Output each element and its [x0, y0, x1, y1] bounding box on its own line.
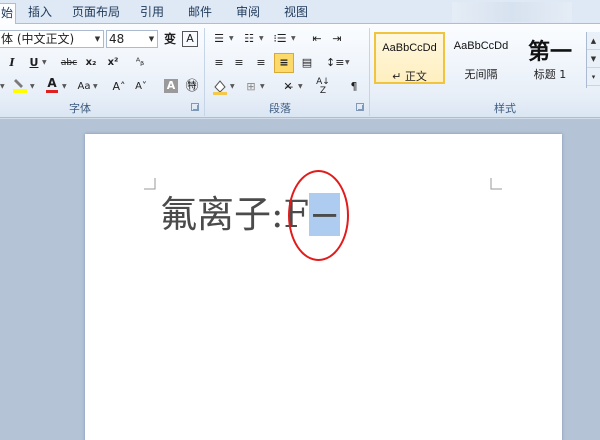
shrink-font-icon[interactable]: A˅: [134, 78, 148, 96]
chevron-down-icon[interactable]: ▼: [229, 30, 234, 48]
subscript-icon[interactable]: x₂: [84, 54, 98, 72]
crop-mark-top-right: [490, 178, 502, 190]
red-annotation-circle: [288, 170, 349, 261]
paragraph-dialog-launcher-icon[interactable]: [356, 103, 364, 111]
style-sample: 第一: [527, 40, 572, 65]
font-name-combo[interactable]: 体 (中文正文) ▼: [0, 30, 104, 48]
chevron-down-icon[interactable]: ▼: [92, 31, 103, 47]
font-group-label: 字体: [69, 102, 91, 115]
tab-review[interactable]: 审阅: [230, 3, 266, 24]
styles-gallery-scroll[interactable]: ▲ ▼ ▾: [586, 32, 600, 88]
align-center-icon[interactable]: ≡: [232, 54, 246, 72]
tab-insert[interactable]: 插入: [22, 3, 58, 24]
style-sample: AaBbCcDd: [453, 40, 509, 52]
more-styles-icon[interactable]: ▾: [587, 68, 600, 86]
align-left-icon[interactable]: ≡: [212, 54, 226, 72]
grow-font-icon[interactable]: A˄: [112, 78, 126, 96]
justify-icon[interactable]: ≡: [274, 53, 294, 73]
bullets-icon[interactable]: ☰: [212, 30, 226, 48]
phonetic-guide-icon[interactable]: 变: [162, 30, 178, 48]
chevron-down-icon[interactable]: ▼: [30, 78, 35, 96]
borders-icon[interactable]: ⊞: [244, 78, 258, 96]
italic-icon[interactable]: I: [6, 54, 18, 72]
chevron-down-icon[interactable]: ▼: [42, 54, 47, 72]
shading-icon[interactable]: [212, 78, 228, 96]
text-highlight-icon[interactable]: [12, 76, 28, 94]
chevron-down-icon[interactable]: ▼: [298, 78, 303, 96]
show-formatting-icon[interactable]: ¶: [348, 78, 360, 96]
group-separator: [369, 28, 370, 116]
tab-home[interactable]: 始: [0, 3, 16, 25]
style-heading-1[interactable]: 第一 标题 1: [516, 32, 584, 84]
paragraph-group-label: 段落: [269, 102, 291, 115]
increase-indent-icon[interactable]: ⇥: [330, 30, 344, 48]
tab-view[interactable]: 视图: [278, 3, 314, 24]
tab-mailings[interactable]: 邮件: [182, 3, 218, 24]
tab-page-layout[interactable]: 页面布局: [66, 3, 126, 24]
tab-references[interactable]: 引用: [134, 3, 170, 24]
numbering-icon[interactable]: ☷: [242, 30, 256, 48]
blurred-region: [452, 2, 572, 22]
superscript-icon[interactable]: x²: [106, 54, 120, 72]
chevron-down-icon[interactable]: ▼: [291, 30, 296, 48]
sort-icon[interactable]: A↓ Z: [316, 78, 330, 96]
chevron-down-icon[interactable]: ▼: [345, 54, 350, 72]
group-separator: [204, 28, 205, 116]
font-name-value: 体 (中文正文): [1, 32, 75, 46]
decrease-indent-icon[interactable]: ⇤: [310, 30, 324, 48]
chevron-down-icon[interactable]: ▼: [259, 30, 264, 48]
chevron-down-icon[interactable]: ▼: [0, 78, 5, 96]
style-normal[interactable]: AaBbCcDd ↵ 正文: [374, 32, 445, 84]
character-shading-icon[interactable]: A: [164, 79, 178, 93]
chevron-down-icon[interactable]: ▼: [146, 31, 157, 47]
scroll-up-icon[interactable]: ▲: [587, 32, 600, 50]
style-name: 标题 1: [533, 68, 567, 81]
font-size-combo[interactable]: 48 ▼: [106, 30, 158, 48]
distributed-icon[interactable]: ▤: [300, 54, 314, 72]
change-case-icon[interactable]: Aa: [76, 78, 92, 96]
multilevel-list-icon[interactable]: ⁝☰: [272, 30, 288, 48]
style-name: 无间隔: [464, 68, 498, 81]
line-spacing-icon[interactable]: ↕≡: [326, 54, 344, 72]
font-dialog-launcher-icon[interactable]: [191, 103, 199, 111]
text-fluoride-ion: 氟离子:F: [160, 193, 310, 236]
character-border-icon[interactable]: A: [182, 31, 198, 47]
style-sample: AaBbCcDd: [382, 42, 437, 54]
ribbon-tab-bar: 始 插入 页面布局 引用 邮件 审阅 视图: [0, 0, 600, 25]
chevron-down-icon[interactable]: ▼: [230, 78, 235, 96]
style-no-spacing[interactable]: AaBbCcDd 无间隔: [446, 32, 516, 84]
clear-formatting-icon[interactable]: ᴬᵦ: [132, 54, 148, 72]
align-right-icon[interactable]: ≡: [254, 54, 268, 72]
scroll-down-icon[interactable]: ▼: [587, 50, 600, 68]
chinese-layout-icon[interactable]: ✕̶: [280, 78, 296, 96]
crop-mark-top-left: [144, 178, 156, 190]
chevron-down-icon[interactable]: ▼: [62, 78, 67, 96]
chevron-down-icon[interactable]: ▼: [260, 78, 265, 96]
chevron-down-icon[interactable]: ▼: [93, 78, 98, 96]
enclose-characters-icon[interactable]: ㊕: [184, 78, 200, 96]
underline-icon[interactable]: U: [28, 54, 40, 72]
styles-group-label: 样式: [494, 102, 516, 115]
strikethrough-icon[interactable]: abc: [58, 54, 80, 72]
font-color-icon[interactable]: A: [44, 76, 60, 94]
font-size-value: 48: [109, 32, 125, 46]
style-name: ↵ 正文: [392, 70, 427, 83]
